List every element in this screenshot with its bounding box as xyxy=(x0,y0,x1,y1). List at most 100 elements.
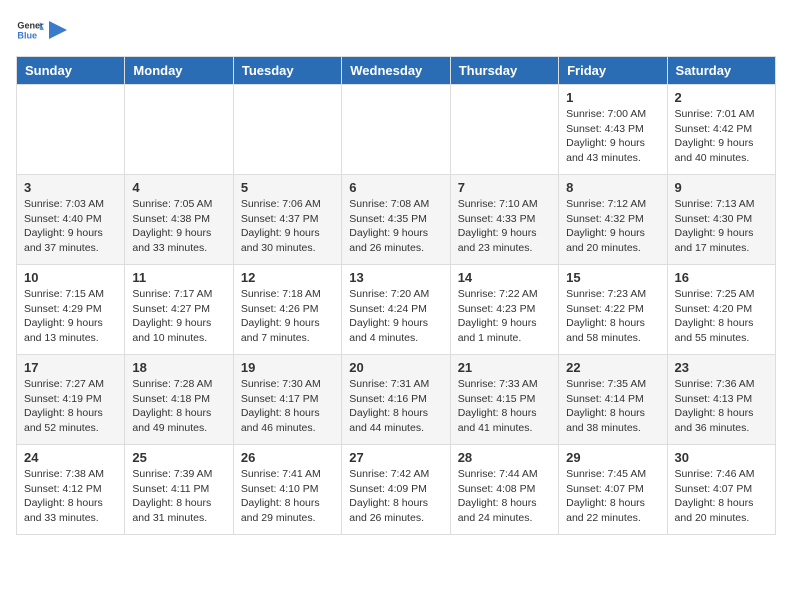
weekday-header-tuesday: Tuesday xyxy=(233,57,341,85)
day-info: Sunrise: 7:12 AMSunset: 4:32 PMDaylight:… xyxy=(566,197,659,256)
day-number: 28 xyxy=(458,450,551,465)
day-info: Sunrise: 7:06 AMSunset: 4:37 PMDaylight:… xyxy=(241,197,334,256)
calendar-day: 8 Sunrise: 7:12 AMSunset: 4:32 PMDaylight… xyxy=(559,175,667,265)
day-number: 7 xyxy=(458,180,551,195)
calendar-day: 17 Sunrise: 7:27 AMSunset: 4:19 PMDayligh… xyxy=(17,355,125,445)
day-info: Sunrise: 7:31 AMSunset: 4:16 PMDaylight:… xyxy=(349,377,442,436)
day-info: Sunrise: 7:33 AMSunset: 4:15 PMDaylight:… xyxy=(458,377,551,436)
day-info: Sunrise: 7:46 AMSunset: 4:07 PMDaylight:… xyxy=(675,467,768,526)
calendar-week-4: 17 Sunrise: 7:27 AMSunset: 4:19 PMDayligh… xyxy=(17,355,776,445)
day-info: Sunrise: 7:30 AMSunset: 4:17 PMDaylight:… xyxy=(241,377,334,436)
day-info: Sunrise: 7:18 AMSunset: 4:26 PMDaylight:… xyxy=(241,287,334,346)
calendar-day: 3 Sunrise: 7:03 AMSunset: 4:40 PMDaylight… xyxy=(17,175,125,265)
calendar-day: 22 Sunrise: 7:35 AMSunset: 4:14 PMDayligh… xyxy=(559,355,667,445)
calendar-day: 25 Sunrise: 7:39 AMSunset: 4:11 PMDayligh… xyxy=(125,445,233,535)
header: General Blue xyxy=(16,16,776,44)
day-info: Sunrise: 7:01 AMSunset: 4:42 PMDaylight:… xyxy=(675,107,768,166)
calendar-day xyxy=(450,85,558,175)
day-number: 20 xyxy=(349,360,442,375)
day-info: Sunrise: 7:28 AMSunset: 4:18 PMDaylight:… xyxy=(132,377,225,436)
calendar-day: 13 Sunrise: 7:20 AMSunset: 4:24 PMDayligh… xyxy=(342,265,450,355)
day-info: Sunrise: 7:20 AMSunset: 4:24 PMDaylight:… xyxy=(349,287,442,346)
calendar-day xyxy=(233,85,341,175)
calendar-day: 29Sunrise: 7:45 AMSunset: 4:07 PMDayligh… xyxy=(559,445,667,535)
day-info: Sunrise: 7:35 AMSunset: 4:14 PMDaylight:… xyxy=(566,377,659,436)
weekday-header-sunday: Sunday xyxy=(17,57,125,85)
logo-triangle-icon xyxy=(49,21,67,39)
day-number: 24 xyxy=(24,450,117,465)
calendar-day: 24 Sunrise: 7:38 AMSunset: 4:12 PMDayligh… xyxy=(17,445,125,535)
svg-text:Blue: Blue xyxy=(17,30,37,40)
calendar-day xyxy=(125,85,233,175)
day-info: Sunrise: 7:13 AMSunset: 4:30 PMDaylight:… xyxy=(675,197,768,256)
day-number: 25 xyxy=(132,450,225,465)
logo-icon: General Blue xyxy=(16,16,44,44)
day-info: Sunrise: 7:36 AMSunset: 4:13 PMDaylight:… xyxy=(675,377,768,436)
calendar-day: 5Sunrise: 7:06 AMSunset: 4:37 PMDaylight… xyxy=(233,175,341,265)
calendar-day: 16 Sunrise: 7:25 AMSunset: 4:20 PMDayligh… xyxy=(667,265,775,355)
day-info: Sunrise: 7:22 AMSunset: 4:23 PMDaylight:… xyxy=(458,287,551,346)
calendar-day: 18 Sunrise: 7:28 AMSunset: 4:18 PMDayligh… xyxy=(125,355,233,445)
day-number: 2 xyxy=(675,90,768,105)
day-number: 17 xyxy=(24,360,117,375)
day-info: Sunrise: 7:42 AMSunset: 4:09 PMDaylight:… xyxy=(349,467,442,526)
day-number: 16 xyxy=(675,270,768,285)
weekday-header-friday: Friday xyxy=(559,57,667,85)
calendar-week-2: 3 Sunrise: 7:03 AMSunset: 4:40 PMDaylight… xyxy=(17,175,776,265)
day-info: Sunrise: 7:38 AMSunset: 4:12 PMDaylight:… xyxy=(24,467,117,526)
day-info: Sunrise: 7:05 AMSunset: 4:38 PMDaylight:… xyxy=(132,197,225,256)
calendar-day: 14 Sunrise: 7:22 AMSunset: 4:23 PMDayligh… xyxy=(450,265,558,355)
day-info: Sunrise: 7:03 AMSunset: 4:40 PMDaylight:… xyxy=(24,197,117,256)
calendar-day xyxy=(342,85,450,175)
weekday-header-wednesday: Wednesday xyxy=(342,57,450,85)
day-number: 27 xyxy=(349,450,442,465)
day-number: 26 xyxy=(241,450,334,465)
day-info: Sunrise: 7:39 AMSunset: 4:11 PMDaylight:… xyxy=(132,467,225,526)
calendar-week-3: 10Sunrise: 7:15 AMSunset: 4:29 PMDayligh… xyxy=(17,265,776,355)
day-info: Sunrise: 7:00 AMSunset: 4:43 PMDaylight:… xyxy=(566,107,659,166)
day-number: 21 xyxy=(458,360,551,375)
calendar-day: 11 Sunrise: 7:17 AMSunset: 4:27 PMDayligh… xyxy=(125,265,233,355)
day-info: Sunrise: 7:41 AMSunset: 4:10 PMDaylight:… xyxy=(241,467,334,526)
calendar-day: 15 Sunrise: 7:23 AMSunset: 4:22 PMDayligh… xyxy=(559,265,667,355)
calendar-day: 6Sunrise: 7:08 AMSunset: 4:35 PMDaylight… xyxy=(342,175,450,265)
calendar-day: 27 Sunrise: 7:42 AMSunset: 4:09 PMDayligh… xyxy=(342,445,450,535)
day-number: 15 xyxy=(566,270,659,285)
day-number: 22 xyxy=(566,360,659,375)
day-number: 8 xyxy=(566,180,659,195)
day-number: 13 xyxy=(349,270,442,285)
day-info: Sunrise: 7:44 AMSunset: 4:08 PMDaylight:… xyxy=(458,467,551,526)
day-info: Sunrise: 7:10 AMSunset: 4:33 PMDaylight:… xyxy=(458,197,551,256)
calendar-day: 4 Sunrise: 7:05 AMSunset: 4:38 PMDaylight… xyxy=(125,175,233,265)
day-number: 11 xyxy=(132,270,225,285)
calendar-week-1: 1 Sunrise: 7:00 AMSunset: 4:43 PMDaylight… xyxy=(17,85,776,175)
calendar-day: 19 Sunrise: 7:30 AMSunset: 4:17 PMDayligh… xyxy=(233,355,341,445)
day-info: Sunrise: 7:17 AMSunset: 4:27 PMDaylight:… xyxy=(132,287,225,346)
calendar-day: 1 Sunrise: 7:00 AMSunset: 4:43 PMDaylight… xyxy=(559,85,667,175)
day-info: Sunrise: 7:23 AMSunset: 4:22 PMDaylight:… xyxy=(566,287,659,346)
calendar-day: 9 Sunrise: 7:13 AMSunset: 4:30 PMDaylight… xyxy=(667,175,775,265)
weekday-header-row: SundayMondayTuesdayWednesdayThursdayFrid… xyxy=(17,57,776,85)
day-number: 23 xyxy=(675,360,768,375)
day-number: 14 xyxy=(458,270,551,285)
logo: General Blue xyxy=(16,16,68,44)
day-info: Sunrise: 7:25 AMSunset: 4:20 PMDaylight:… xyxy=(675,287,768,346)
calendar-day: 20 Sunrise: 7:31 AMSunset: 4:16 PMDayligh… xyxy=(342,355,450,445)
day-info: Sunrise: 7:27 AMSunset: 4:19 PMDaylight:… xyxy=(24,377,117,436)
calendar-day: 7 Sunrise: 7:10 AMSunset: 4:33 PMDaylight… xyxy=(450,175,558,265)
calendar: SundayMondayTuesdayWednesdayThursdayFrid… xyxy=(16,56,776,535)
day-number: 4 xyxy=(132,180,225,195)
day-info: Sunrise: 7:15 AMSunset: 4:29 PMDaylight:… xyxy=(24,287,117,346)
day-info: Sunrise: 7:08 AMSunset: 4:35 PMDaylight:… xyxy=(349,197,442,256)
calendar-day: 2 Sunrise: 7:01 AMSunset: 4:42 PMDaylight… xyxy=(667,85,775,175)
day-number: 19 xyxy=(241,360,334,375)
day-number: 29 xyxy=(566,450,659,465)
day-number: 3 xyxy=(24,180,117,195)
calendar-day: 10Sunrise: 7:15 AMSunset: 4:29 PMDayligh… xyxy=(17,265,125,355)
day-number: 18 xyxy=(132,360,225,375)
day-number: 1 xyxy=(566,90,659,105)
day-number: 9 xyxy=(675,180,768,195)
day-number: 12 xyxy=(241,270,334,285)
calendar-day: 26 Sunrise: 7:41 AMSunset: 4:10 PMDayligh… xyxy=(233,445,341,535)
calendar-day: 30Sunrise: 7:46 AMSunset: 4:07 PMDayligh… xyxy=(667,445,775,535)
